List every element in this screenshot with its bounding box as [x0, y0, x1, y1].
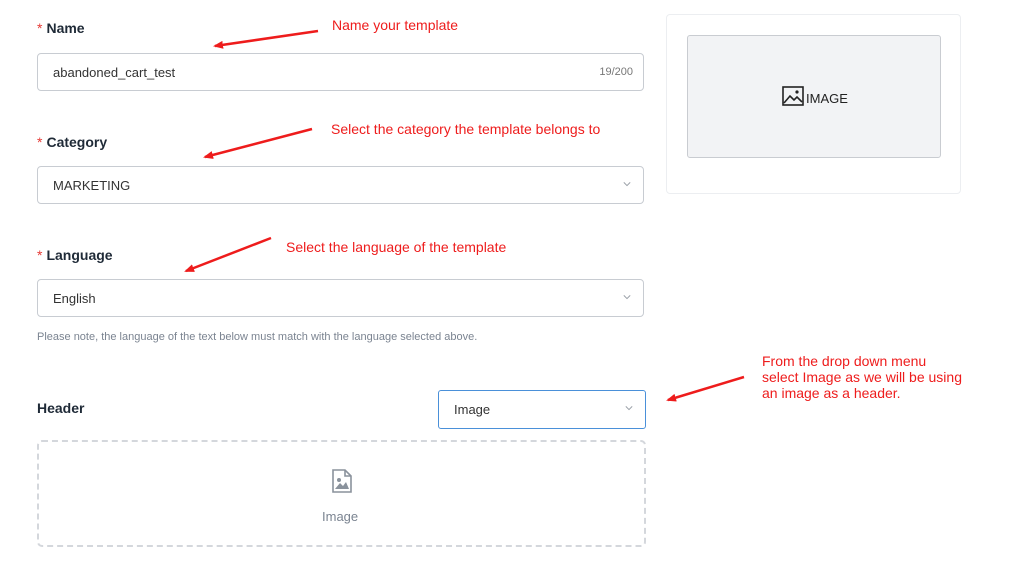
- annotation-header-line: From the drop down menu: [762, 353, 927, 369]
- annotation-language: Select the language of the template: [286, 239, 507, 255]
- annotation-name: Name your template: [332, 17, 459, 33]
- annotation-arrows: [184, 29, 745, 402]
- arrow-language: [184, 236, 272, 273]
- arrow-category: [203, 127, 313, 159]
- annotation-header-line: an image as a header.: [762, 385, 901, 401]
- annotation-header-line: select Image as we will be using: [762, 369, 962, 385]
- annotation-header: From the drop down menu select Image as …: [762, 353, 962, 401]
- arrow-name: [213, 29, 319, 49]
- arrow-header: [666, 375, 745, 402]
- annotation-category: Select the category the template belongs…: [331, 121, 601, 137]
